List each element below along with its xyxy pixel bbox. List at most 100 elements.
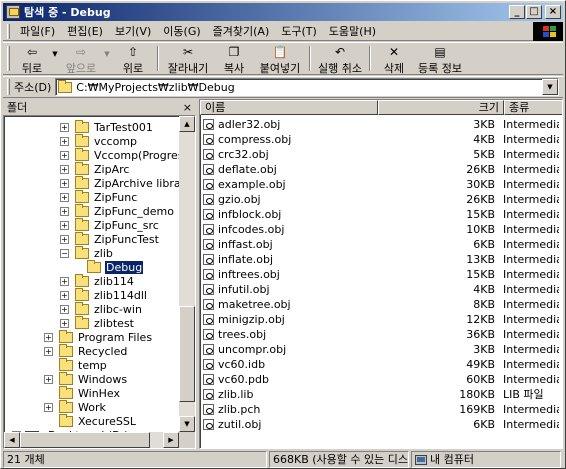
- expand-icon[interactable]: +: [60, 164, 69, 174]
- column-header-type[interactable]: 종류: [504, 100, 562, 115]
- tree-item[interactable]: + zlibc-win: [60, 301, 143, 316]
- tree-item[interactable]: + zlibtest: [60, 315, 135, 330]
- tree-item[interactable]: + Work: [44, 399, 107, 414]
- expand-icon[interactable]: +: [60, 234, 69, 244]
- expand-icon[interactable]: +: [60, 206, 69, 216]
- column-header-name[interactable]: 이름: [200, 100, 378, 115]
- file-row[interactable]: zlib.pch 169KB Intermediat: [200, 402, 559, 416]
- expand-icon[interactable]: +: [60, 192, 69, 202]
- expand-icon[interactable]: +: [44, 402, 53, 412]
- expand-icon[interactable]: +: [60, 150, 69, 160]
- forward-button[interactable]: ⇨ 앞으로: [60, 43, 102, 75]
- undo-button[interactable]: ↶ 실행 취소: [314, 43, 366, 75]
- menu-help[interactable]: 도움말(H): [325, 22, 384, 40]
- properties-button[interactable]: ▤ 등록 정보: [414, 43, 466, 75]
- file-row[interactable]: infblock.obj 15KB Intermediat: [200, 207, 559, 221]
- tree-item[interactable]: + ZipArc: [60, 161, 130, 176]
- file-row[interactable]: trees.obj 36KB Intermediat: [200, 327, 559, 341]
- tree-item[interactable]: WinHex: [44, 385, 121, 400]
- forward-dropdown[interactable]: ▼: [102, 43, 112, 74]
- menu-go[interactable]: 이동(G): [159, 22, 208, 40]
- menu-edit[interactable]: 편집(E): [63, 22, 111, 40]
- expand-icon[interactable]: +: [44, 374, 53, 384]
- tree-item[interactable]: + TarTest001: [60, 119, 154, 134]
- tree-item[interactable]: + vccomp: [60, 133, 138, 148]
- expand-icon[interactable]: +: [44, 346, 53, 356]
- file-row[interactable]: infcodes.obj 10KB Intermediat: [200, 222, 559, 236]
- h-scroll-thumb[interactable]: [20, 432, 150, 448]
- address-input[interactable]: C:₩MyProjects₩zlib₩Debug ▼: [55, 78, 559, 96]
- cut-button[interactable]: ✂ 잘라내기: [162, 43, 214, 75]
- expand-icon[interactable]: +: [60, 318, 69, 328]
- expand-icon[interactable]: +: [60, 304, 69, 314]
- tree-item[interactable]: − zlib: [60, 245, 114, 260]
- copy-button[interactable]: ❐ 복사: [214, 43, 254, 75]
- file-list[interactable]: 이름 크기 종류 adler32.obj3KBIntermediatcompre…: [199, 99, 563, 449]
- up-button[interactable]: ⇧ 위로: [112, 43, 154, 75]
- file-row[interactable]: inflate.obj 13KB Intermediat: [200, 252, 559, 266]
- tree-item[interactable]: + ZipFunc: [60, 189, 138, 204]
- expand-icon[interactable]: +: [60, 136, 69, 146]
- file-row[interactable]: maketree.obj 8KB Intermediat: [200, 297, 559, 311]
- close-button[interactable]: ×: [545, 5, 561, 19]
- scroll-thumb[interactable]: [179, 306, 195, 402]
- file-row[interactable]: crc32.obj 5KB Intermediat: [200, 147, 559, 161]
- folder-tree[interactable]: + TarTest001 + vccomp + Vccomp(ProgressI + ZipA…: [3, 115, 196, 449]
- tree-item[interactable]: + ZipFuncTest: [60, 231, 160, 246]
- file-row[interactable]: uncompr.obj 3KB Intermediat: [200, 342, 559, 356]
- file-row[interactable]: gzio.obj 26KB Intermediat: [200, 192, 559, 206]
- file-row[interactable]: vc60.idb 49KB Intermediat: [200, 357, 559, 371]
- column-header-size[interactable]: 크기: [378, 100, 504, 115]
- expand-icon[interactable]: +: [60, 290, 69, 300]
- title-bar[interactable]: 탐색 중 - Debug _ □ ×: [3, 3, 563, 21]
- tree-item-selected[interactable]: Debug: [72, 259, 145, 275]
- scroll-up-button[interactable]: ▲: [179, 116, 195, 132]
- back-button[interactable]: ⇦ 뒤로: [14, 43, 50, 75]
- scroll-down-button[interactable]: ▼: [179, 416, 195, 432]
- tree-item[interactable]: + Recycled: [44, 343, 128, 358]
- tree-horizontal-scrollbar[interactable]: ◀ ▶: [4, 432, 179, 448]
- delete-button[interactable]: ✕ 삭제: [374, 43, 414, 75]
- file-row[interactable]: deflate.obj 26KB Intermediat: [200, 162, 559, 176]
- tree-item[interactable]: XecureSSL: [44, 413, 137, 428]
- tree-item[interactable]: + Vccomp(ProgressI: [60, 147, 181, 162]
- tree-item[interactable]: + ZipFunc_demo: [60, 203, 175, 218]
- tree-item[interactable]: + Windows: [44, 371, 128, 386]
- menu-tools[interactable]: 도구(T): [277, 22, 325, 40]
- tree-item[interactable]: + Program Files: [44, 329, 153, 344]
- file-row[interactable]: adler32.obj 3KB Intermediat: [200, 117, 559, 131]
- tree-vertical-scrollbar[interactable]: ▲ ▼: [179, 116, 195, 432]
- expand-icon[interactable]: +: [60, 178, 69, 188]
- file-row[interactable]: minigzip.obj 12KB Intermediat: [200, 312, 559, 326]
- file-row[interactable]: example.obj 30KB Intermediat: [200, 177, 559, 191]
- expand-icon[interactable]: +: [60, 122, 69, 132]
- file-row[interactable]: zutil.obj 6KB Intermediat: [200, 417, 559, 431]
- scroll-right-button[interactable]: ▶: [163, 432, 179, 448]
- expand-icon[interactable]: +: [44, 332, 53, 342]
- paste-button[interactable]: 📋 붙여넣기: [254, 43, 306, 75]
- back-dropdown[interactable]: ▼: [50, 43, 60, 74]
- tree-item[interactable]: + ZipArchive library: [60, 175, 181, 190]
- app-icon[interactable]: [6, 5, 20, 19]
- minimize-button[interactable]: _: [509, 5, 525, 19]
- maximize-button[interactable]: □: [526, 5, 542, 19]
- tree-item[interactable]: + zlib114dll: [60, 287, 148, 302]
- folder-pane-close-button[interactable]: ×: [183, 101, 192, 114]
- tree-item[interactable]: + ZipFunc_src: [60, 217, 160, 232]
- file-row[interactable]: compress.obj 4KB Intermediat: [200, 132, 559, 146]
- menu-view[interactable]: 보기(V): [111, 22, 159, 40]
- menu-file[interactable]: 파일(F): [16, 22, 63, 40]
- file-row[interactable]: vc60.pdb 60KB Intermediat: [200, 372, 559, 386]
- file-row[interactable]: zlib.lib 180KB LIB 파일: [200, 387, 559, 401]
- tree-item[interactable]: temp: [44, 357, 108, 372]
- address-dropdown-button[interactable]: ▼: [542, 79, 558, 95]
- file-row[interactable]: inffast.obj 6KB Intermediat: [200, 237, 559, 251]
- tree-item[interactable]: + zlib114: [60, 273, 135, 288]
- file-row[interactable]: infutil.obj 4KB Intermediat: [200, 282, 559, 296]
- collapse-icon[interactable]: −: [60, 248, 69, 258]
- menu-favorites[interactable]: 즐겨찾기(A): [209, 22, 278, 40]
- expand-icon[interactable]: +: [60, 220, 69, 230]
- expand-icon[interactable]: +: [60, 276, 69, 286]
- toolbar-grip[interactable]: [7, 46, 10, 71]
- address-grip[interactable]: [7, 79, 10, 95]
